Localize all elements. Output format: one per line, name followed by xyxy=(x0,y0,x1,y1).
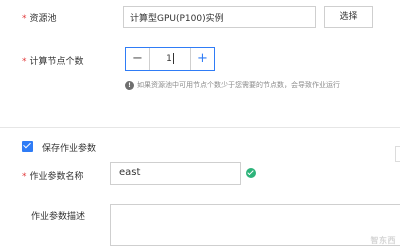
compute-nodes-label: * 计算节点个数 xyxy=(22,54,84,67)
compute-nodes-label-text: 计算节点个数 xyxy=(29,57,84,67)
param-name-label: * 作业参数名称 xyxy=(22,169,84,182)
param-name-label-text: 作业参数名称 xyxy=(29,172,84,182)
info-icon: ! xyxy=(125,80,134,90)
select-button[interactable]: 选择 xyxy=(324,6,373,28)
watermark: 智东西 xyxy=(370,236,396,245)
resource-pool-label: * 资源池 xyxy=(22,11,57,24)
param-desc-textarea[interactable] xyxy=(110,204,400,246)
compute-nodes-value[interactable]: 1 xyxy=(150,48,190,70)
save-params-checkbox[interactable] xyxy=(22,141,33,152)
required-mark: * xyxy=(22,172,27,182)
required-mark: * xyxy=(22,14,27,24)
compute-nodes-value-text: 1 xyxy=(166,54,172,64)
save-params-label[interactable]: 保存作业参数 xyxy=(42,141,96,154)
check-circle-icon xyxy=(246,168,256,178)
compute-nodes-hint: ! 如果资源池中可用节点个数少于您需要的节点数，会导致作业运行 xyxy=(125,80,340,90)
param-desc-label: 作业参数描述 xyxy=(31,212,86,222)
param-name-input[interactable]: east xyxy=(110,162,241,185)
hint-text: 如果资源池中可用节点个数少于您需要的节点数，会导致作业运行 xyxy=(137,81,340,89)
required-mark: * xyxy=(22,57,27,67)
edge-control[interactable] xyxy=(395,146,400,162)
resource-pool-input[interactable]: 计算型GPU(P100)实例 xyxy=(123,6,316,28)
section-divider xyxy=(0,127,400,128)
text-cursor xyxy=(172,53,174,64)
compute-nodes-stepper[interactable]: − 1 + xyxy=(125,47,215,71)
resource-pool-label-text: 资源池 xyxy=(29,14,57,24)
increment-button[interactable]: + xyxy=(190,48,214,70)
decrement-button[interactable]: − xyxy=(126,48,150,70)
